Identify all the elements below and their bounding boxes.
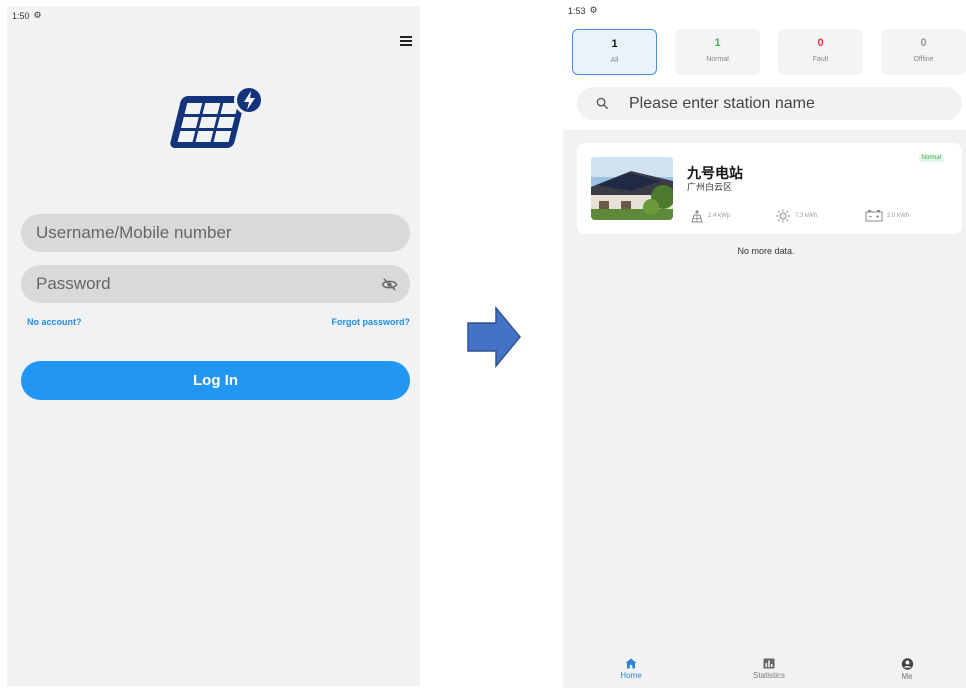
status-bar: 1:53 ⚙ <box>568 5 598 16</box>
station-location: 广州白云区 <box>687 182 733 192</box>
battery-icon <box>865 210 883 222</box>
search-placeholder: Please enter station name <box>629 94 815 112</box>
password-input[interactable]: Password <box>21 265 410 303</box>
tab-all-label: All <box>610 57 619 64</box>
tab-me-label: Me <box>901 672 913 681</box>
tab-home-label: Home <box>620 671 642 680</box>
tab-me[interactable]: Me <box>877 658 937 681</box>
power-metric: 7.3 kWh <box>775 209 817 223</box>
settings-icon: ⚙ <box>33 10 42 20</box>
username-input[interactable]: Username/Mobile number <box>21 214 410 252</box>
tab-all[interactable]: 1 All <box>572 29 657 75</box>
password-placeholder: Password <box>36 274 111 293</box>
settings-icon: ⚙ <box>589 5 598 15</box>
forgot-password-link[interactable]: Forgot password? <box>332 317 411 327</box>
transition-arrow-icon <box>467 306 521 368</box>
profile-icon <box>901 658 913 670</box>
station-card[interactable]: 九号电站 广州白云区 Normal 2.4 kWp 7.3 kWh 2.0 kW… <box>577 143 962 234</box>
login-button[interactable]: Log In <box>21 361 410 400</box>
home-icon <box>625 658 637 669</box>
tab-offline-count: 0 <box>920 37 927 49</box>
solar-logo-icon <box>170 85 264 148</box>
no-more-data: No more data. <box>737 246 795 256</box>
bottom-tabbar: Home Statistics Me <box>563 650 966 688</box>
status-bar: 1:50 ⚙ <box>12 10 42 21</box>
power-value: 7.3 kWh <box>795 213 818 219</box>
tab-statistics-label: Statistics <box>752 671 785 680</box>
eye-off-icon[interactable] <box>381 276 398 293</box>
menu-icon[interactable] <box>400 36 412 46</box>
capacity-metric: 2.4 kWp <box>689 209 730 223</box>
tab-offline-label: Offline <box>913 56 934 63</box>
search-icon <box>596 97 609 110</box>
status-time: 1:50 <box>12 10 30 21</box>
tab-all-count: 1 <box>611 38 618 50</box>
energy-value: 2.0 kWh <box>887 212 910 219</box>
no-account-link[interactable]: No account? <box>27 317 82 327</box>
tab-fault[interactable]: 0 Fault <box>778 29 863 75</box>
sun-icon <box>776 209 790 223</box>
energy-metric: 2.0 kWh <box>865 209 909 222</box>
tab-home[interactable]: Home <box>601 658 661 680</box>
solar-panel-icon <box>691 210 703 223</box>
status-time: 1:53 <box>568 5 586 16</box>
tab-normal[interactable]: 1 Normal <box>675 29 760 75</box>
login-screen: 1:50 ⚙ Username/Mobile number Password N… <box>7 6 420 686</box>
status-badge: Normal <box>918 154 944 162</box>
station-photo <box>591 157 673 220</box>
username-placeholder: Username/Mobile number <box>36 223 232 242</box>
tab-offline[interactable]: 0 Offline <box>881 29 966 75</box>
capacity-value: 2.4 kWp <box>708 213 731 219</box>
tab-fault-count: 0 <box>817 37 824 49</box>
tab-statistics[interactable]: Statistics <box>739 658 799 680</box>
home-screen: 1:53 ⚙ 1 All 1 Normal 0 Fault 0 Offline … <box>563 0 966 688</box>
tab-normal-count: 1 <box>714 37 721 49</box>
search-input[interactable]: Please enter station name <box>577 87 962 120</box>
tab-fault-label: Fault <box>812 56 829 63</box>
statistics-icon <box>763 658 775 669</box>
tab-normal-label: Normal <box>706 56 729 63</box>
